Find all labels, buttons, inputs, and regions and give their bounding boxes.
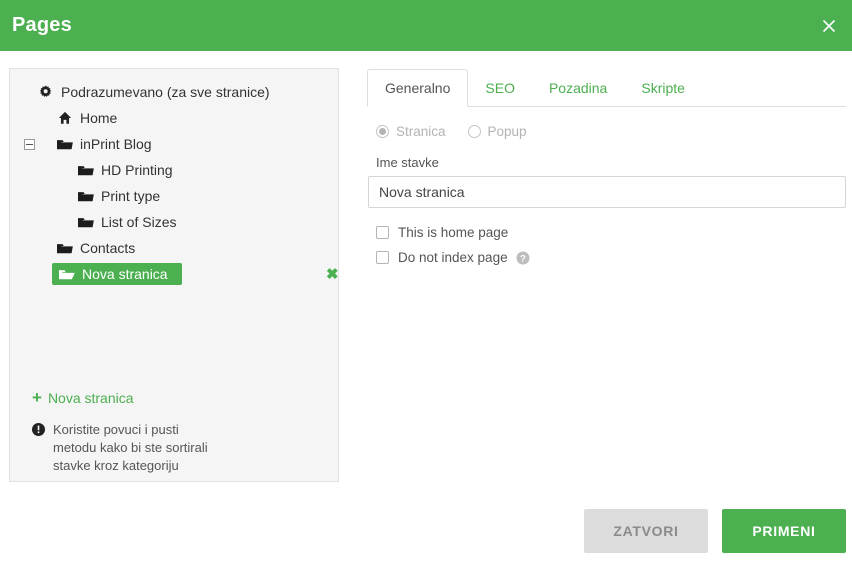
tree-toggle-icon[interactable]	[24, 138, 35, 150]
tree-item-label-box: Nova stranica	[52, 263, 182, 285]
home-icon	[56, 111, 74, 125]
dialog-footer: ZATVORI PRIMENI	[0, 509, 852, 553]
svg-text:?: ?	[520, 253, 526, 264]
tree-item-label-box: Home	[52, 108, 123, 128]
tree-item-contacts[interactable]: Contacts	[10, 235, 338, 261]
tree-item-list-of-sizes[interactable]: List of Sizes	[10, 209, 338, 235]
folder-icon	[77, 190, 95, 203]
info-icon	[32, 423, 45, 441]
tree-item-label: List of Sizes	[101, 214, 177, 230]
name-field-label: Ime stavke	[376, 155, 439, 170]
radio-label: Popup	[487, 124, 527, 139]
tree-item-label-box: inPrint Blog	[52, 134, 158, 154]
drag-drop-hint: Koristite povuci i pusti metodu kako bi …	[32, 421, 312, 475]
tab-pozadina[interactable]: Pozadina	[532, 70, 624, 106]
no-index-checkbox-label: Do not index page	[398, 250, 508, 265]
home-page-checkbox-row[interactable]: This is home page	[367, 225, 846, 240]
radio-label: Stranica	[396, 124, 446, 139]
tree-item-label-box: Print type	[73, 186, 166, 206]
apply-button[interactable]: PRIMENI	[722, 509, 846, 553]
tree-item-label-box: Contacts	[52, 238, 141, 258]
tab-skripte[interactable]: Skripte	[624, 70, 702, 106]
close-button[interactable]	[806, 0, 852, 51]
gear-icon	[37, 85, 55, 99]
tab-seo[interactable]: SEO	[468, 70, 532, 106]
tree-item-print-type[interactable]: Print type	[10, 183, 338, 209]
close-dialog-button[interactable]: ZATVORI	[584, 509, 708, 553]
tree-item-label: HD Printing	[101, 162, 173, 178]
radio-popup: Popup	[467, 124, 527, 139]
close-icon	[821, 18, 837, 34]
drag-drop-hint-text: Koristite povuci i pusti metodu kako bi …	[53, 422, 208, 473]
folder-icon	[56, 242, 74, 255]
page-settings-panel: Generalno SEO Pozadina Skripte Stranica Popu…	[367, 68, 846, 268]
tree-item-label-box: HD Printing	[73, 160, 179, 180]
pages-tree: Podrazumevano (za sve stranice) Home inPri…	[10, 69, 338, 287]
tree-item-label: Podrazumevano (za sve stranice)	[61, 84, 270, 100]
settings-tabs: Generalno SEO Pozadina Skripte	[367, 68, 846, 107]
page-type-radio-group: Stranica Popup	[367, 124, 846, 139]
page-title: Pages	[12, 14, 72, 36]
no-index-checkbox-row[interactable]: Do not index page ?	[367, 250, 846, 265]
tree-item-podrazumevano-za-sve-stranice[interactable]: Podrazumevano (za sve stranice)	[10, 79, 338, 105]
tree-item-label-box: List of Sizes	[73, 212, 182, 232]
tree-item-label: Print type	[101, 188, 161, 204]
tree-item-label: inPrint Blog	[80, 136, 152, 152]
tree-item-home[interactable]: Home	[10, 105, 338, 131]
dialog-header: Pages	[0, 0, 852, 51]
tree-item-label: Nova stranica	[82, 266, 168, 282]
tree-item-label: Home	[80, 110, 118, 126]
add-new-page-label: Nova stranica	[47, 389, 134, 406]
tab-generalno[interactable]: Generalno	[367, 69, 469, 107]
folder-icon	[77, 164, 95, 177]
add-new-page-link[interactable]: + Nova stranica	[32, 389, 134, 406]
tree-item-label-box: Podrazumevano (za sve stranice)	[33, 82, 276, 102]
no-index-checkbox[interactable]	[376, 251, 389, 264]
tree-item-label: Contacts	[80, 240, 136, 256]
delete-page-icon[interactable]: ✖	[326, 267, 338, 282]
home-page-checkbox-label: This is home page	[398, 225, 509, 240]
radio-stranica: Stranica	[376, 124, 446, 139]
tree-item-hd-printing[interactable]: HD Printing	[10, 157, 338, 183]
radio-circle-stranica	[376, 125, 389, 138]
folder-open-icon	[58, 268, 76, 281]
tree-item-inprint-blog[interactable]: inPrint Blog	[10, 131, 338, 157]
pages-tree-panel: Podrazumevano (za sve stranice) Home inPri…	[9, 68, 339, 482]
folder-icon	[56, 138, 74, 151]
folder-icon	[77, 216, 95, 229]
plus-icon: +	[32, 388, 42, 407]
tree-item-nova-stranica[interactable]: Nova stranica ✖	[10, 261, 338, 287]
radio-circle-popup	[467, 125, 481, 138]
help-icon[interactable]: ?	[516, 251, 530, 265]
home-page-checkbox[interactable]	[376, 226, 389, 239]
item-name-input[interactable]	[368, 176, 846, 208]
